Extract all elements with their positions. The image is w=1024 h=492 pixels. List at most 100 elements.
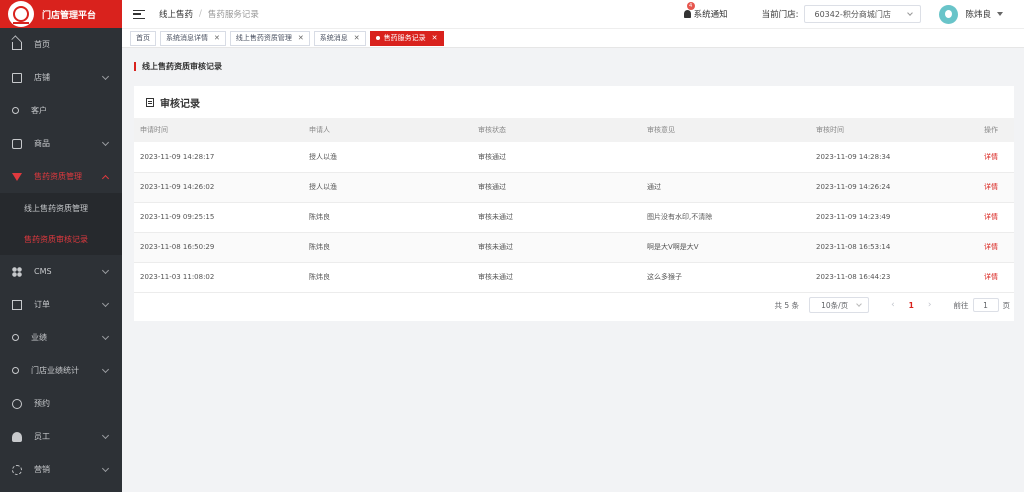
next-page-button[interactable]: ›: [928, 300, 932, 310]
menu-toggle-icon[interactable]: [133, 9, 145, 19]
tab-system-message-detail[interactable]: 系统消息详情 ✕: [160, 30, 226, 46]
top-header: 线上售药 / 售药服务记录 4 系统通知 当前门店: 60342-积分商城门店 …: [122, 0, 1024, 28]
user-icon: [12, 107, 19, 114]
avatar[interactable]: [939, 4, 959, 24]
column-header: 操作: [950, 118, 1014, 142]
sidebar-item-label: CMS: [34, 267, 52, 276]
staff-icon: [12, 431, 22, 442]
sidebar-item-label: 店铺: [34, 73, 50, 82]
chevron-down-icon: [101, 266, 110, 275]
tab-drug-service-record[interactable]: 售药服务记录 ✕: [369, 30, 444, 46]
cell-action: 详情: [950, 142, 1014, 173]
detail-link[interactable]: 详情: [984, 153, 998, 161]
goto-page-input[interactable]: 1: [972, 298, 999, 312]
cell-action: 详情: [950, 262, 1014, 293]
sidebar-item-label: 订单: [34, 300, 50, 309]
close-icon[interactable]: ✕: [432, 34, 438, 42]
sidebar-item-marketing[interactable]: 营销: [0, 453, 122, 486]
sidebar-item-home[interactable]: 首页: [0, 28, 122, 61]
grid-icon: [12, 266, 22, 277]
sidebar-item-goods[interactable]: 商品: [0, 127, 122, 160]
cell-apply-time: 2023-11-09 09:25:15: [134, 202, 303, 233]
store-select-value: 60342-积分商城门店: [814, 9, 891, 19]
sidebar-item-staff[interactable]: 员工: [0, 420, 122, 453]
cell-applicant: 陈炜良: [303, 202, 472, 233]
active-dot-icon: [375, 36, 380, 40]
cell-opinion: 这么多猴子: [641, 262, 810, 293]
brand[interactable]: 门店管理平台: [0, 0, 122, 28]
clock-icon: [12, 398, 22, 409]
page-number-current[interactable]: 1: [909, 301, 914, 310]
cell-applicant: 授人以渔: [303, 172, 472, 203]
column-header: 申请人: [303, 118, 472, 142]
chevron-down-icon: [101, 299, 110, 308]
prev-page-button[interactable]: ‹: [891, 300, 895, 310]
detail-link[interactable]: 详情: [984, 243, 998, 251]
sidebar-item-label: 商品: [34, 139, 50, 148]
tab-label: 售药服务记录: [383, 34, 426, 42]
notice-label: 系统通知: [693, 10, 728, 20]
pagination-total: 共 5 条: [774, 300, 800, 310]
column-header: 审核状态: [472, 118, 641, 142]
close-icon[interactable]: ✕: [354, 34, 360, 42]
tab-label: 首页: [136, 34, 150, 42]
pagination: 共 5 条 10条/页 ‹ 1 › 前往 1 页: [775, 297, 1010, 313]
card-title: 审核记录: [160, 98, 200, 110]
tab-online-qualification[interactable]: 线上售药资质管理 ✕: [229, 30, 310, 46]
tab-system-message[interactable]: 系统消息 ✕: [313, 30, 366, 46]
sidebar-item-label: 售药资质管理: [34, 172, 82, 181]
sidebar-item-customer[interactable]: 客户: [0, 94, 122, 127]
detail-link[interactable]: 详情: [984, 213, 998, 221]
chevron-down-icon: [101, 464, 110, 473]
cell-action: 详情: [950, 232, 1014, 263]
sidebar-item-label: 员工: [34, 432, 50, 441]
sidebar-subitem-online-qualification[interactable]: 线上售药资质管理: [0, 193, 122, 224]
cell-apply-time: 2023-11-09 14:26:02: [134, 172, 303, 203]
tab-label: 线上售药资质管理: [235, 34, 292, 42]
cell-action: 详情: [950, 172, 1014, 203]
close-icon[interactable]: ✕: [298, 34, 304, 42]
chevron-down-icon: [907, 10, 914, 16]
sidebar-item-label: 营销: [34, 465, 50, 474]
detail-link[interactable]: 详情: [984, 273, 998, 281]
cell-opinion: 通过: [641, 172, 810, 203]
cell-status: 审核未通过: [472, 202, 641, 233]
cell-applicant: 授人以渔: [303, 142, 472, 173]
order-icon: [12, 299, 22, 310]
sidebar-item-booking[interactable]: 预约: [0, 387, 122, 420]
notice-button[interactable]: 4 系统通知: [683, 2, 728, 20]
shop-icon: [12, 72, 22, 83]
column-header: 审核时间: [810, 118, 950, 142]
chevron-down-icon: [101, 431, 110, 440]
document-icon: [146, 97, 154, 107]
page-size-select[interactable]: 10条/页: [809, 297, 870, 313]
caret-down-icon[interactable]: [997, 12, 1003, 16]
sidebar-item-label: 业绩: [31, 333, 47, 342]
cell-status: 审核未通过: [472, 262, 641, 293]
sidebar-subitem-label: 售药资质审核记录: [24, 235, 88, 244]
sidebar-item-performance[interactable]: 业绩: [0, 321, 122, 354]
detail-link[interactable]: 详情: [984, 183, 998, 191]
table-header-row: 申请时间 申请人 审核状态 审核意见 审核时间 操作: [134, 118, 1014, 142]
chevron-down-icon: [101, 138, 110, 147]
chevron-down-icon: [101, 72, 110, 81]
breadcrumb-item[interactable]: 线上售药: [159, 8, 193, 20]
sidebar-item-drug-qualification[interactable]: 售药资质管理: [0, 160, 122, 193]
records-card: 审核记录 申请时间 申请人 审核状态 审核意见 审核时间 操作 2023-11-…: [134, 86, 1014, 321]
sidebar-item-cms[interactable]: CMS: [0, 255, 122, 288]
sidebar-item-store-stats[interactable]: 门店业绩统计: [0, 354, 122, 387]
sidebar-item-shop[interactable]: 店铺: [0, 61, 122, 94]
cell-opinion: [641, 142, 810, 173]
close-icon[interactable]: ✕: [214, 34, 220, 42]
breadcrumb-current: 售药服务记录: [207, 10, 259, 20]
user-name[interactable]: 陈炜良: [965, 8, 991, 20]
sidebar-subitem-audit-records[interactable]: 售药资质审核记录: [0, 224, 122, 255]
gem-icon: [12, 172, 22, 181]
cell-apply-time: 2023-11-09 14:28:17: [134, 142, 303, 173]
cell-applicant: 陈炜良: [303, 262, 472, 293]
cell-review-time: 2023-11-09 14:23:49: [810, 202, 950, 233]
user-icon: [12, 367, 19, 374]
store-select[interactable]: 60342-积分商城门店: [804, 5, 922, 23]
sidebar-item-order[interactable]: 订单: [0, 288, 122, 321]
tab-home[interactable]: 首页: [130, 30, 156, 46]
